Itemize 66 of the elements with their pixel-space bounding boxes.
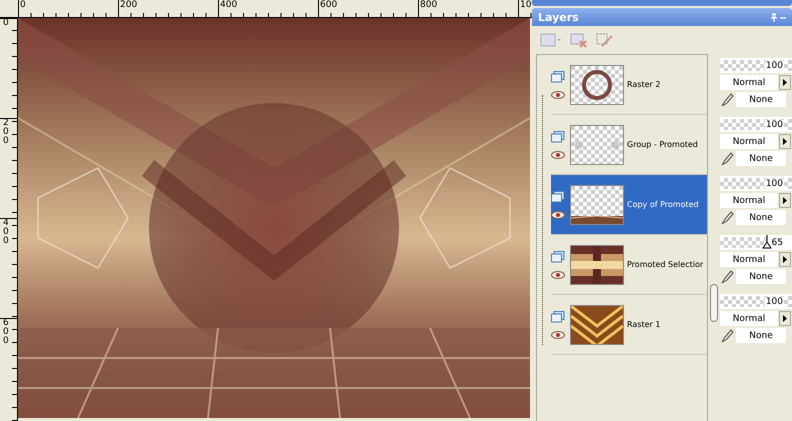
- brush-icon: [720, 210, 734, 224]
- layer-row[interactable]: Raster 2: [551, 55, 707, 115]
- ruler-label: 800: [420, 0, 438, 10]
- layer-name: Raster 2: [627, 80, 660, 89]
- ruler-label: 400: [220, 0, 238, 10]
- opacity-slider[interactable]: 100: [720, 58, 792, 73]
- layer-name: Group - Promoted: [627, 140, 698, 149]
- layer-icon[interactable]: [551, 130, 565, 142]
- eye-icon[interactable]: [551, 90, 565, 98]
- eye-icon[interactable]: [551, 150, 565, 158]
- blend-mode-field[interactable]: Normal: [720, 252, 778, 267]
- triangle-icon: [783, 79, 787, 86]
- layer-thumbnail: [570, 304, 624, 344]
- ruler-label: 200: [120, 0, 138, 10]
- triangle-icon: [783, 256, 787, 263]
- layer-thumbnail: [570, 184, 624, 224]
- brush-icon: [720, 270, 734, 284]
- blend-mode-field[interactable]: Normal: [720, 311, 778, 326]
- mask-field[interactable]: None: [736, 92, 786, 107]
- opacity-value: 65: [770, 238, 784, 248]
- layer-row[interactable]: Copy of Promoted: [551, 175, 707, 235]
- ruler-label: 10: [520, 0, 532, 10]
- layer-thumbnail: [570, 124, 624, 164]
- scroll-handle[interactable]: [710, 284, 718, 322]
- triangle-icon: [783, 138, 787, 145]
- layer-name: Raster 1: [627, 320, 660, 329]
- mask-field[interactable]: None: [736, 269, 786, 284]
- dropdown-button[interactable]: [779, 311, 791, 326]
- brush-icon: [720, 152, 734, 166]
- opacity-slider[interactable]: 100: [720, 176, 792, 191]
- dropdown-button[interactable]: [779, 75, 791, 90]
- brush-icon: [720, 328, 734, 342]
- dropdown-button[interactable]: [779, 193, 791, 208]
- ruler-label: 600: [320, 0, 338, 10]
- blend-mode-field[interactable]: Normal: [720, 193, 778, 208]
- triangle-icon: [783, 315, 787, 322]
- layer-name: Copy of Promoted: [627, 200, 699, 209]
- mask-field[interactable]: None: [736, 151, 786, 166]
- eye-icon[interactable]: [551, 330, 565, 338]
- layer-thumbnail: [570, 64, 624, 104]
- mask-field[interactable]: None: [736, 210, 786, 225]
- dropdown-button[interactable]: [779, 134, 791, 149]
- layer-row[interactable]: Raster 1: [551, 295, 707, 355]
- ruler-label: 0: [20, 0, 26, 10]
- dropdown-button[interactable]: [779, 252, 791, 267]
- opacity-slider[interactable]: 100: [720, 117, 792, 132]
- eye-icon[interactable]: [551, 210, 565, 218]
- slider-thumb[interactable]: [762, 235, 772, 249]
- blend-mode-field[interactable]: Normal: [720, 75, 778, 90]
- layer-icon[interactable]: [551, 310, 565, 322]
- opacity-slider[interactable]: 100: [720, 294, 792, 309]
- opacity-slider[interactable]: 65: [720, 235, 792, 250]
- brush-icon: [720, 92, 734, 106]
- blend-mode-field[interactable]: Normal: [720, 134, 778, 149]
- layer-icon[interactable]: [551, 70, 565, 82]
- triangle-icon: [783, 197, 787, 204]
- palette-title: Layers: [538, 10, 579, 24]
- layer-icon[interactable]: [551, 250, 565, 262]
- layer-icon[interactable]: [551, 190, 565, 202]
- layer-thumbnail: [570, 244, 624, 284]
- mask-field[interactable]: None: [736, 328, 786, 343]
- layer-row[interactable]: Group - Promoted: [551, 115, 707, 175]
- layer-name: Promoted Selectior: [627, 260, 704, 269]
- pin-icon[interactable]: [770, 12, 786, 22]
- layer-row[interactable]: Promoted Selectior: [551, 235, 707, 295]
- eye-icon[interactable]: [551, 270, 565, 278]
